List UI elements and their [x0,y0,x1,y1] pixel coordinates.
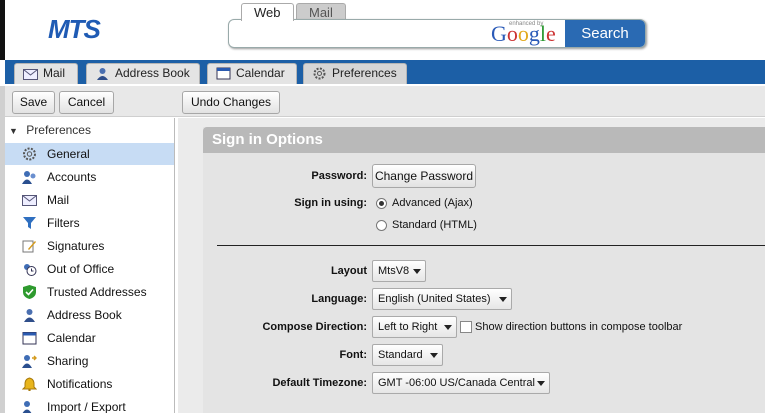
search-input[interactable] [233,22,483,45]
sidebar-header-label: Preferences [26,123,91,137]
search-box: enhanced by Google Search [228,19,646,48]
sidebar-item-general[interactable]: General [5,143,174,165]
sidebar-item-label: Mail [47,193,70,207]
sidebar-header[interactable]: ▼ Preferences [5,121,173,139]
accounts-icon [22,171,36,184]
compose-direction-label: Compose Direction: [262,321,367,333]
sidebar-item-label: Calendar [47,331,96,345]
sidebar-item-label: Address Book [47,308,122,322]
mail-icon [23,69,38,80]
search-tab-web[interactable]: Web [241,3,294,21]
search-tab-mail[interactable]: Mail [296,3,346,20]
calendar-icon [216,67,231,80]
layout-select-value: MtsV8 [378,265,410,277]
chevron-down-icon [499,297,507,302]
contacts-icon [24,309,35,322]
google-logo: Google [491,21,556,46]
search-button[interactable]: Search [565,20,645,47]
font-select[interactable]: Standard [372,344,443,366]
sidebar-item-label: Signatures [47,239,105,253]
language-select-value: English (United States) [378,293,491,305]
section-title: Sign in Options [203,127,765,153]
clock-icon [24,264,37,276]
sidebar-item-calendar[interactable]: Calendar [5,327,174,349]
cancel-button[interactable]: Cancel [59,91,114,114]
sidebar-item-import-export[interactable]: Import / Export [5,396,174,413]
save-button[interactable]: Save [12,91,55,114]
sidebar-item-label: Out of Office [47,262,115,276]
sign-in-label: Sign in using: [294,197,367,209]
chevron-down-icon [413,269,421,274]
layout-select[interactable]: MtsV8 [372,260,426,282]
sidebar-item-label: Sharing [47,354,89,368]
sidebar-item-label: Notifications [47,377,113,391]
gear-icon [313,67,326,80]
radio-advanced-ajax[interactable] [376,198,387,209]
shield-icon [23,285,36,299]
sidebar-item-label: Accounts [47,170,97,184]
bell-icon [22,377,37,391]
language-select[interactable]: English (United States) [372,288,512,310]
undo-changes-button[interactable]: Undo Changes [182,91,280,114]
language-label: Language: [311,293,367,305]
tab-mail[interactable]: Mail [14,63,78,84]
sidebar-item-label: Import / Export [47,400,126,413]
gear-icon [23,147,36,161]
mail-icon [22,195,37,206]
sidebar-item-signatures[interactable]: Signatures [5,235,174,257]
sidebar-item-label: Trusted Addresses [47,285,147,299]
sidebar-item-label: Filters [47,216,80,230]
sharing-icon [22,355,37,368]
chevron-down-icon [537,381,545,386]
filter-icon [23,217,36,229]
font-select-value: Standard [378,349,423,361]
sidebar-item-notifications[interactable]: Notifications [5,373,174,395]
show-direction-checkbox[interactable] [460,321,472,333]
layout-label: Layout [330,265,367,277]
timezone-label: Default Timezone: [272,377,367,389]
timezone-select[interactable]: GMT -06:00 US/Canada Central [372,372,550,394]
chevron-down-icon [430,353,438,358]
change-password-button[interactable]: Change Password [372,164,476,188]
compose-direction-select-value: Left to Right [378,321,438,333]
collapse-triangle-icon[interactable]: ▼ [9,126,18,136]
sidebar-item-label: General [47,147,90,161]
timezone-select-value: GMT -06:00 US/Canada Central [378,377,535,389]
chevron-down-icon [444,325,452,330]
tab-label: Mail [43,66,66,80]
toolbar [5,86,765,117]
calendar-icon [22,332,37,345]
import-export-icon [22,401,32,413]
tab-preferences[interactable]: Preferences [303,63,407,84]
radio-advanced-label[interactable]: Advanced (Ajax) [392,197,473,209]
tab-calendar[interactable]: Calendar [207,63,297,84]
sidebar-item-accounts[interactable]: Accounts [5,166,174,188]
sidebar-item-trusted-addresses[interactable]: Trusted Addresses [5,281,174,303]
tab-address-book[interactable]: Address Book [86,63,200,84]
window-edge [0,0,5,60]
compose-direction-select[interactable]: Left to Right [372,316,457,338]
mts-logo: MTS [48,14,101,44]
sidebar-item-out-of-office[interactable]: Out of Office [5,258,174,280]
tab-label: Preferences [332,66,397,80]
radio-standard-label[interactable]: Standard (HTML) [392,219,477,231]
show-direction-label[interactable]: Show direction buttons in compose toolba… [475,321,682,333]
signature-icon [22,240,36,253]
sidebar-item-address-book[interactable]: Address Book [5,304,174,326]
password-label: Password: [311,170,367,182]
sidebar-item-filters[interactable]: Filters [5,212,174,234]
sidebar-item-sharing[interactable]: Sharing [5,350,174,372]
tab-label: Calendar [236,66,285,80]
font-label: Font: [339,349,367,361]
sidebar-item-mail[interactable]: Mail [5,189,174,211]
tab-label: Address Book [115,66,190,80]
contacts-icon [97,68,108,80]
radio-standard-html[interactable] [376,220,387,231]
divider [217,245,765,246]
